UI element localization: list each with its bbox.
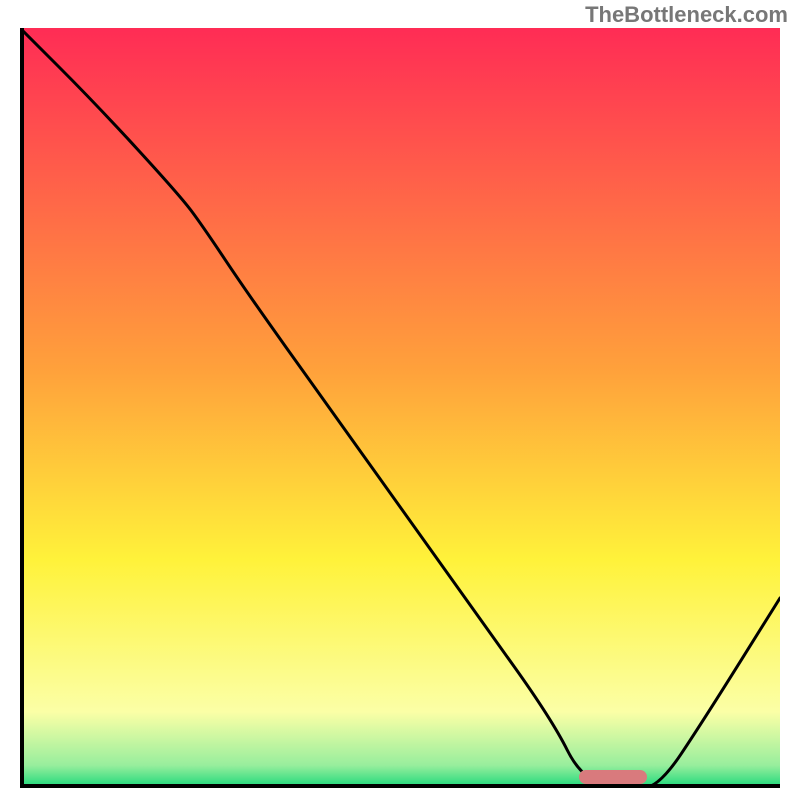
- optimal-range-marker: [579, 770, 647, 784]
- attribution-text: TheBottleneck.com: [585, 2, 788, 28]
- chart-axes: [20, 28, 780, 788]
